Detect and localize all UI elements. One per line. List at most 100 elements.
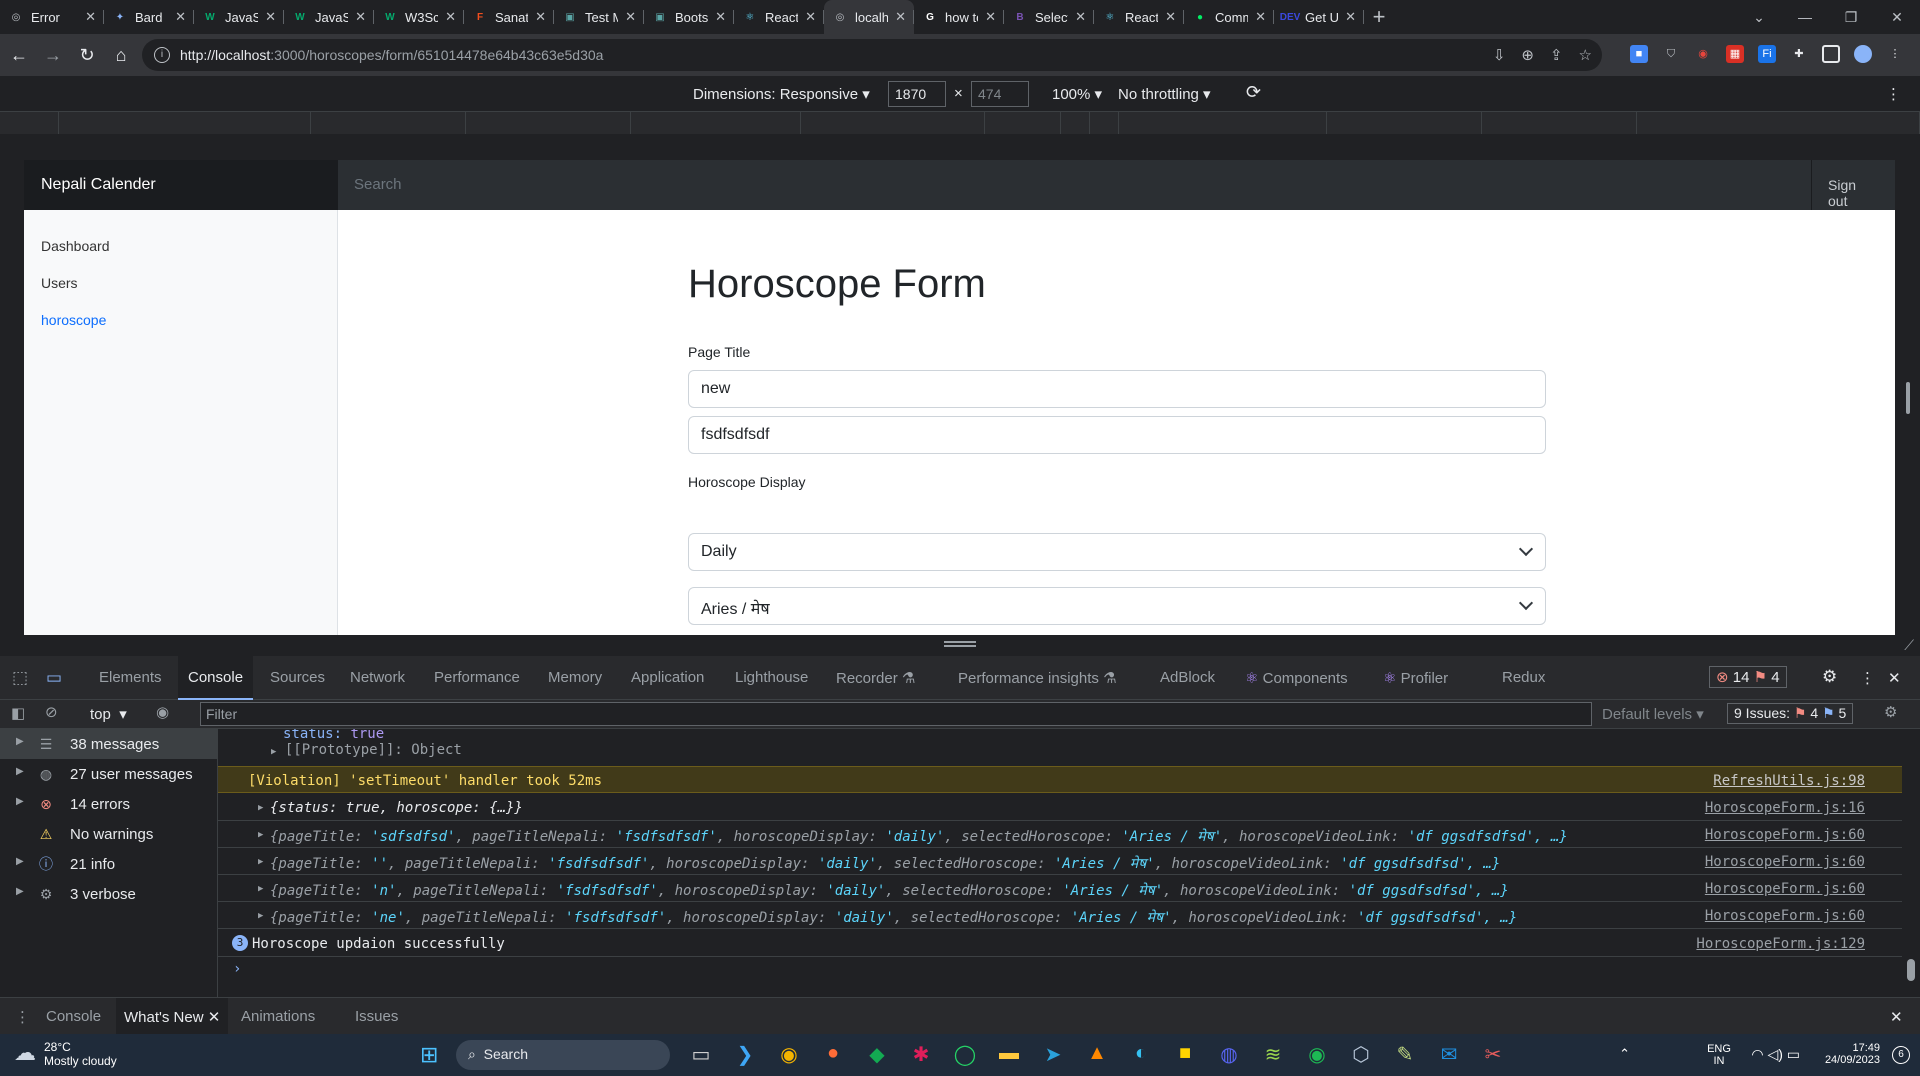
restore-icon[interactable]: ❐: [1828, 9, 1874, 26]
tab-lighthouse[interactable]: Lighthouse: [735, 669, 808, 686]
reload-icon[interactable]: ↻: [70, 45, 104, 66]
new-tab-icon[interactable]: +: [1364, 4, 1394, 30]
snip-icon[interactable]: ✂: [1480, 1042, 1506, 1067]
live-expression-eye-icon[interactable]: ◉: [156, 703, 169, 721]
console-source-link[interactable]: HoroscopeForm.js:60: [1705, 908, 1865, 924]
tab-application[interactable]: Application: [631, 669, 704, 686]
console-source-link[interactable]: HoroscopeForm.js:16: [1705, 800, 1865, 816]
success-source-link[interactable]: HoroscopeForm.js:129: [1696, 936, 1865, 952]
tab-adblock[interactable]: AdBlock: [1160, 669, 1215, 686]
close-tab-icon[interactable]: ✕: [175, 9, 186, 25]
extensions-puzzle-icon[interactable]: ✚: [1790, 45, 1808, 63]
browser-tab[interactable]: ● Comma ✕: [1184, 0, 1274, 34]
chrome-icon[interactable]: ◉: [776, 1042, 802, 1067]
extension-shield-icon[interactable]: ⛉: [1662, 45, 1680, 63]
drawer-menu-icon[interactable]: ⋮: [15, 1008, 30, 1026]
drawer-tab-issues[interactable]: Issues: [355, 1008, 398, 1025]
browser-tab[interactable]: DEV Get URL ✕: [1274, 0, 1364, 34]
close-tab-icon[interactable]: ✕: [1165, 9, 1176, 25]
close-tab-icon[interactable]: ✕: [985, 9, 996, 25]
language-indicator[interactable]: ENG IN: [1704, 1043, 1734, 1067]
browser-tab[interactable]: B Select - E ✕: [1004, 0, 1094, 34]
horoscope-sign-select[interactable]: Aries / मेष: [688, 587, 1546, 625]
sidebar-warnings[interactable]: ⚠ No warnings: [0, 819, 218, 849]
notification-badge[interactable]: 6: [1892, 1046, 1910, 1064]
console-log-row[interactable]: ▶ {pageTitle: 'sdfsdfsd', pageTitleNepali…: [218, 821, 1902, 848]
console-scrollbar[interactable]: [1902, 729, 1920, 997]
share-icon[interactable]: ⇪: [1550, 46, 1563, 64]
browser-tab[interactable]: ▣ Test Mon ✕: [554, 0, 644, 34]
close-icon[interactable]: ✕: [208, 1009, 221, 1026]
home-icon[interactable]: ⌂: [104, 45, 138, 66]
extension-icon[interactable]: Fi: [1758, 45, 1776, 63]
spotify-icon[interactable]: ◉: [1304, 1042, 1330, 1067]
resize-corner-icon[interactable]: ⟋: [1904, 637, 1914, 654]
page-title-nepali-input[interactable]: fsdfsdfsdf: [688, 416, 1546, 454]
inspect-element-icon[interactable]: ⬚: [12, 668, 28, 688]
close-tab-icon[interactable]: ✕: [85, 9, 96, 25]
sticky-notes-icon[interactable]: ■: [1172, 1042, 1198, 1067]
tab-performance[interactable]: Performance: [434, 669, 520, 686]
context-selector[interactable]: top ▾: [90, 705, 127, 723]
clock[interactable]: 17:49 24/09/2023: [1810, 1042, 1880, 1066]
console-source-link[interactable]: HoroscopeForm.js:60: [1705, 881, 1865, 897]
zoom-dropdown[interactable]: 100% ▾: [1052, 85, 1102, 103]
close-tab-icon[interactable]: ✕: [535, 9, 546, 25]
page-scrollbar[interactable]: [1906, 382, 1910, 414]
browser-tab[interactable]: ◎ Error ✕: [0, 0, 104, 34]
sidebar-verbose[interactable]: ▶ ⚙ 3 verbose: [0, 879, 218, 909]
browser-tab[interactable]: F Sanatan ✕: [464, 0, 554, 34]
close-devtools-icon[interactable]: ✕: [1888, 669, 1901, 687]
side-panel-icon[interactable]: [1822, 45, 1840, 63]
close-tab-icon[interactable]: ✕: [1255, 9, 1266, 25]
tab-redux[interactable]: Redux: [1502, 669, 1545, 686]
folder-icon[interactable]: ▬: [996, 1042, 1022, 1067]
outlook-icon[interactable]: ✉: [1436, 1042, 1462, 1067]
back-icon[interactable]: ←: [2, 45, 36, 66]
console-source-link[interactable]: HoroscopeForm.js:60: [1705, 827, 1865, 843]
browser-tab[interactable]: Ghow to u ✕: [914, 0, 1004, 34]
vlc-icon[interactable]: ▲: [1084, 1042, 1110, 1067]
sidebar-info[interactable]: ▶ ⓘ 21 info: [0, 849, 218, 879]
extension-icon[interactable]: ■: [1630, 45, 1648, 63]
mongodb-compass-icon[interactable]: ◆: [864, 1042, 890, 1067]
address-bar[interactable]: i http://localhost:3000/horoscopes/form/…: [142, 39, 1602, 71]
tab-network[interactable]: Network: [350, 669, 405, 686]
console-settings-icon[interactable]: ⚙: [1884, 703, 1897, 721]
minimize-icon[interactable]: —: [1782, 9, 1828, 25]
device-menu-icon[interactable]: ⋮: [1886, 85, 1901, 103]
tab-search-icon[interactable]: ⌄: [1736, 9, 1782, 26]
issues-counter[interactable]: 9 Issues: ⚑ 4 ⚑ 5: [1727, 703, 1854, 724]
extension-icon[interactable]: ▦: [1726, 45, 1744, 63]
close-tab-icon[interactable]: ✕: [445, 9, 456, 25]
drawer-tab-animations[interactable]: Animations: [241, 1008, 315, 1025]
clear-console-icon[interactable]: ⊘: [45, 703, 58, 721]
layers-icon[interactable]: ≋: [1260, 1042, 1286, 1067]
devtools-resize-handle[interactable]: ⟋: [0, 635, 1920, 656]
virtualbox-icon[interactable]: ⬡: [1348, 1042, 1374, 1067]
tray-chevron-icon[interactable]: ⌃: [1619, 1046, 1630, 1062]
app-brand[interactable]: Nepali Calender: [24, 160, 338, 210]
console-filter-input[interactable]: Filter: [200, 702, 1592, 726]
width-input[interactable]: 1870: [888, 81, 946, 107]
edge-icon[interactable]: ◐: [1128, 1042, 1154, 1067]
file-explorer-icon[interactable]: ▭: [688, 1042, 714, 1067]
zoom-icon[interactable]: ⊕: [1521, 46, 1534, 64]
browser-menu-icon[interactable]: ⋮: [1886, 45, 1904, 63]
close-tab-icon[interactable]: ✕: [715, 9, 726, 25]
close-tab-icon[interactable]: ✕: [265, 9, 276, 25]
sign-out-link[interactable]: Sign out: [1811, 160, 1895, 210]
browser-tab[interactable]: ✦ Bard ✕: [104, 0, 194, 34]
close-tab-icon[interactable]: ✕: [895, 9, 906, 25]
slack-icon[interactable]: ✱: [908, 1042, 934, 1067]
sidebar-user-messages[interactable]: ▶ ◍ 27 user messages: [0, 759, 218, 789]
browser-tab[interactable]: ▣ Bootstra ✕: [644, 0, 734, 34]
console-source-link[interactable]: HoroscopeForm.js:60: [1705, 854, 1865, 870]
tab-performance-insights[interactable]: Performance insights ⚗: [958, 669, 1117, 687]
console-log-row[interactable]: ▶ {pageTitle: '', pageTitleNepali: 'fsdfs…: [218, 848, 1902, 875]
console-log-row[interactable]: ▶ {pageTitle: 'ne', pageTitleNepali: 'fsd…: [218, 902, 1902, 929]
close-tab-icon[interactable]: ✕: [805, 9, 816, 25]
network-volume-battery-icons[interactable]: ◠ ◁) ▭: [1751, 1046, 1800, 1063]
console-log-row[interactable]: ▶ {pageTitle: 'n', pageTitleNepali: 'fsdf…: [218, 875, 1902, 902]
default-levels-dropdown[interactable]: Default levels ▾: [1602, 705, 1704, 723]
